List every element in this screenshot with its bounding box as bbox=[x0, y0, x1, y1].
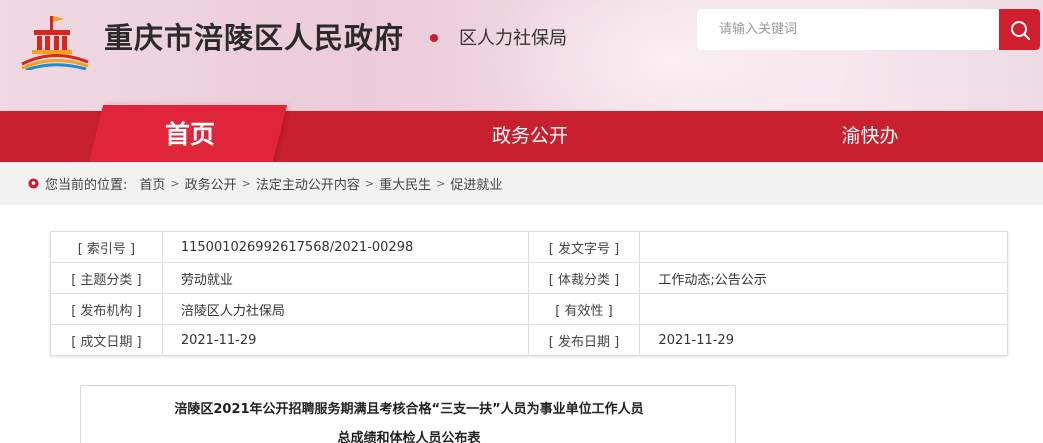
document-title-line2: 总成绩和体检人员公布表 bbox=[337, 431, 481, 443]
breadcrumb-statutory-disclosure[interactable]: 法定主动公开内容 bbox=[256, 174, 360, 193]
meta-value-publisher: 涪陵区人力社保局 bbox=[161, 293, 529, 325]
breadcrumb-sep: > bbox=[170, 177, 180, 190]
meta-value-doc-number bbox=[639, 231, 1008, 263]
meta-key-written-date: [ 成文日期 ] bbox=[50, 324, 163, 356]
meta-value-topic: 劳动就业 bbox=[161, 262, 529, 294]
breadcrumb-livelihood[interactable]: 重大民生 bbox=[379, 174, 431, 193]
document-preview: 涪陵区2021年公开招聘服务期满且考核合格“三支一扶”人员为事业单位工作人员 总… bbox=[80, 385, 736, 443]
document-title-line1: 涪陵区2021年公开招聘服务期满且考核合格“三支一扶”人员为事业单位工作人员 bbox=[174, 402, 644, 417]
breadcrumb-sep: > bbox=[241, 177, 251, 190]
table-row: [ 发布机构 ] 涪陵区人力社保局 [ 有效性 ] bbox=[50, 293, 1008, 325]
table-row: [ 索引号 ] 11500102699261756​8/2021-00298 [… bbox=[50, 231, 1008, 263]
meta-key-doc-number: [ 发文字号 ] bbox=[527, 231, 641, 263]
search-icon bbox=[1010, 20, 1030, 40]
meta-value-index: 11500102699261756​8/2021-00298 bbox=[161, 231, 529, 263]
meta-value-publish-date: 2021-11-29 bbox=[639, 324, 1008, 356]
search-input[interactable] bbox=[697, 9, 999, 50]
meta-key-topic: [ 主题分类 ] bbox=[50, 262, 163, 294]
breadcrumb-sep: > bbox=[436, 177, 446, 190]
document-meta-table: [ 索引号 ] 11500102699261756​8/2021-00298 [… bbox=[50, 231, 1008, 356]
meta-value-written-date: 2021-11-29 bbox=[161, 324, 529, 356]
nav-government-affairs[interactable]: 政务公开 bbox=[460, 111, 600, 162]
breadcrumb-gov-affairs[interactable]: 政务公开 bbox=[185, 174, 237, 193]
nav-yukuaiban[interactable]: 渝快办 bbox=[800, 111, 940, 162]
breadcrumb-sep: > bbox=[364, 177, 375, 190]
title-separator-dot bbox=[430, 34, 438, 42]
table-row: [ 主题分类 ] 劳动就业 [ 体裁分类 ] 工作动态;公告公示 bbox=[50, 262, 1008, 294]
search-button[interactable] bbox=[999, 9, 1040, 50]
meta-key-publish-date: [ 发布日期 ] bbox=[527, 324, 641, 356]
location-pin-icon bbox=[28, 178, 39, 189]
breadcrumb: 您当前的位置: 首页 > 政务公开 > 法定主动公开内容 > 重大民生 > 促进就业 bbox=[28, 162, 502, 205]
meta-key-publisher: [ 发布机构 ] bbox=[50, 293, 163, 325]
site-title[interactable]: 重庆市涪陵区人民政府 bbox=[104, 18, 404, 58]
breadcrumb-home[interactable]: 首页 bbox=[139, 174, 165, 193]
department-name[interactable]: 区人力社保局 bbox=[459, 26, 567, 52]
meta-key-validity: [ 有效性 ] bbox=[527, 293, 641, 325]
table-row: [ 成文日期 ] 2021-11-29 [ 发布日期 ] 2021-11-29 bbox=[50, 324, 1008, 356]
government-building-logo-icon[interactable] bbox=[20, 14, 90, 70]
meta-value-genre: 工作动态;公告公示 bbox=[639, 262, 1008, 294]
meta-key-index: [ 索引号 ] bbox=[50, 231, 163, 263]
nav-home[interactable]: 首页 bbox=[120, 108, 260, 159]
meta-value-validity bbox=[639, 293, 1008, 325]
breadcrumb-lead: 您当前的位置: bbox=[45, 178, 128, 193]
breadcrumb-employment[interactable]: 促进就业 bbox=[450, 174, 502, 193]
meta-key-genre: [ 体裁分类 ] bbox=[527, 262, 641, 294]
